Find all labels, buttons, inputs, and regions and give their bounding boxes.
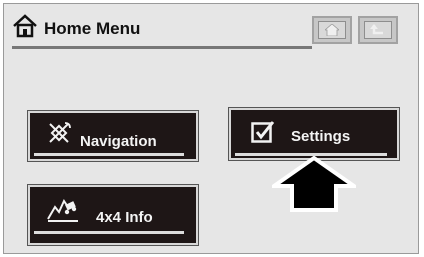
terrain-icon: [47, 198, 78, 222]
home-menu-screen: Home Menu Navigation Settings 4x4 Info: [3, 3, 419, 254]
navigation-button[interactable]: Navigation: [27, 110, 199, 162]
page-title: Home Menu: [44, 19, 141, 38]
4x4-info-button[interactable]: 4x4 Info: [27, 184, 199, 246]
back-button[interactable]: [358, 16, 398, 44]
back-arrow-icon: [370, 24, 383, 35]
settings-button[interactable]: Settings: [228, 107, 400, 161]
satellite-icon: [49, 122, 71, 143]
navigation-label: Navigation: [80, 133, 157, 150]
up-arrow-pointer-icon: [272, 156, 356, 212]
checkbox-checked-icon: [251, 121, 275, 143]
4x4-info-label: 4x4 Info: [96, 209, 153, 226]
home-icon: [325, 24, 339, 36]
home-outline-icon: [13, 14, 37, 38]
title-divider: [12, 46, 312, 49]
4x4-info-underline: [34, 231, 184, 234]
navigation-underline: [34, 153, 184, 156]
settings-label: Settings: [291, 128, 351, 145]
home-button[interactable]: [312, 16, 352, 44]
